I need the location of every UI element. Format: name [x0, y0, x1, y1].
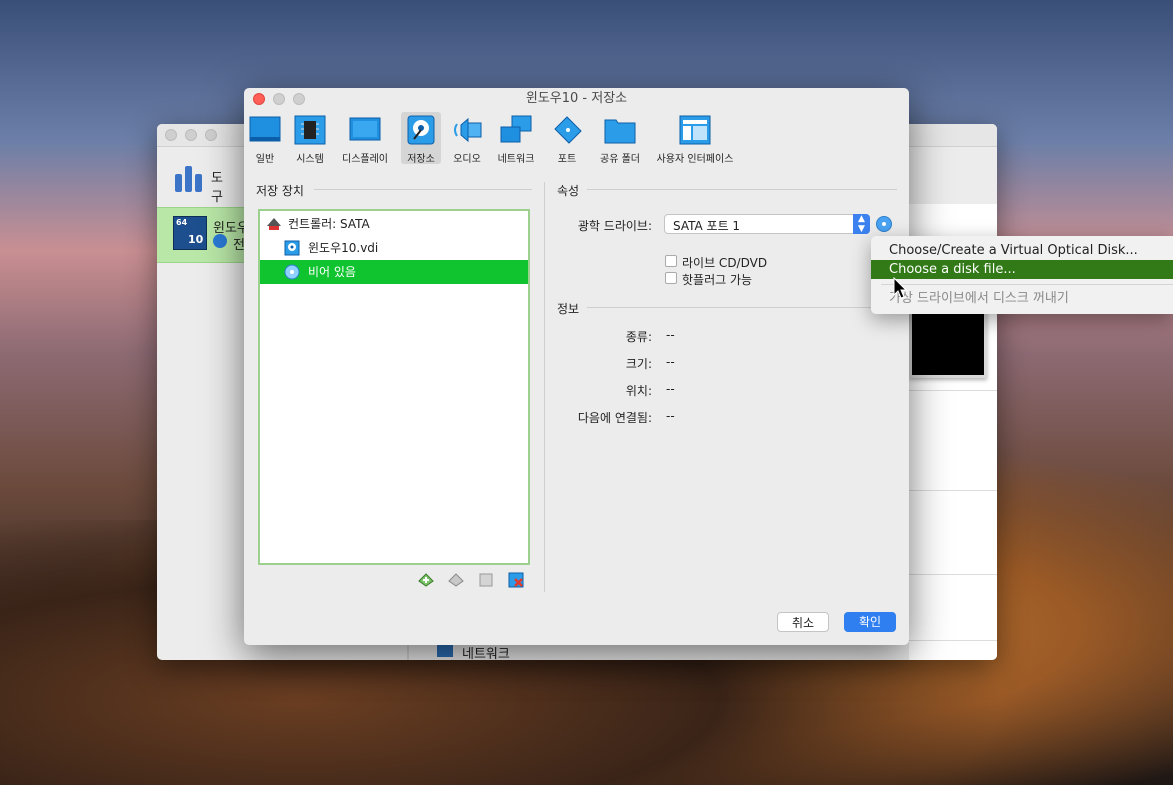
dialog-title: 윈도우10 - 저장소 — [525, 91, 628, 106]
live-cd-label: 라이브 CD/DVD — [682, 256, 768, 270]
info-location-value: -- — [666, 382, 675, 396]
optical-disc-icon — [284, 264, 300, 280]
vm-preview — [909, 310, 987, 378]
tree-hard-disk[interactable]: 윈도우10.vdi — [260, 236, 528, 260]
tools-item[interactable]: 도구 — [173, 158, 233, 205]
tab-display[interactable]: 디스플레이 — [340, 112, 390, 165]
live-cd-checkbox[interactable] — [665, 255, 677, 267]
add-attachment-icon[interactable] — [478, 572, 494, 588]
storage-devices-title: 저장 장치 — [256, 184, 304, 198]
remove-controller-icon[interactable] — [448, 572, 464, 588]
tab-ports[interactable]: 포트 — [550, 112, 584, 165]
storage-settings-dialog: 윈도우10 - 저장소 일반 시스템 디스플레이 저장소 오디오 네트워크 포트 — [244, 88, 909, 645]
info-type-value: -- — [666, 328, 675, 342]
port-icon — [554, 116, 582, 144]
controller-icon — [267, 218, 281, 230]
minimize-button[interactable] — [185, 129, 197, 141]
cancel-button[interactable]: 취소 — [777, 612, 829, 632]
network-icon — [437, 645, 453, 657]
info-attached-to-value: -- — [666, 409, 675, 423]
settings-toolbar: 일반 시스템 디스플레이 저장소 오디오 네트워크 포트 공유 폴더 사용자 인… — [244, 110, 909, 166]
network-section-label: 네트워크 — [462, 647, 510, 660]
storage-tree[interactable]: 컨트롤러: SATA 윈도우10.vdi 비어 있음 — [258, 209, 530, 565]
hard-disk-icon — [284, 240, 300, 256]
network-icon — [500, 115, 532, 143]
choose-disk-button[interactable] — [876, 216, 892, 232]
hotplug-checkbox[interactable] — [665, 272, 677, 284]
separator — [587, 189, 897, 190]
info-location-label: 위치: — [625, 384, 652, 398]
tab-audio[interactable]: 오디오 — [449, 112, 485, 165]
separator — [587, 307, 897, 308]
info-size-label: 크기: — [625, 357, 652, 371]
tab-general[interactable]: 일반 — [246, 112, 284, 165]
mouse-pointer-icon — [893, 277, 907, 299]
info-attached-to-label: 다음에 연결됨: — [577, 411, 652, 425]
menu-item-choose-create-virtual-optical-disk[interactable]: Choose/Create a Virtual Optical Disk... — [871, 241, 1173, 260]
close-button[interactable] — [165, 129, 177, 141]
optical-disk-popup-menu: Choose/Create a Virtual Optical Disk... … — [871, 236, 1173, 314]
system-chip-icon — [294, 115, 326, 145]
storage-disk-icon — [407, 115, 435, 145]
general-icon — [249, 116, 281, 142]
hotplug-label: 핫플러그 가능 — [682, 273, 753, 287]
menu-separator — [881, 284, 1173, 285]
storage-tree-toolbar — [418, 572, 538, 590]
info-size-value: -- — [666, 355, 675, 369]
tab-network[interactable]: 네트워크 — [496, 112, 536, 165]
display-icon — [349, 117, 381, 141]
add-controller-icon[interactable] — [418, 572, 434, 588]
remove-attachment-icon[interactable] — [508, 572, 524, 588]
tab-system[interactable]: 시스템 — [290, 112, 330, 165]
power-icon — [213, 234, 227, 248]
tree-controller-sata[interactable]: 컨트롤러: SATA — [260, 212, 528, 236]
optical-drive-label: 광학 드라이브: — [577, 219, 652, 233]
speaker-icon — [454, 117, 482, 143]
tools-icon — [173, 158, 205, 192]
tree-optical-drive[interactable]: 비어 있음 — [260, 260, 528, 284]
zoom-button[interactable] — [205, 129, 217, 141]
attributes-title: 속성 — [557, 184, 580, 198]
folder-icon — [604, 119, 636, 144]
windows10-vm-icon: 64 10 — [173, 216, 207, 250]
info-type-label: 종류: — [625, 330, 652, 344]
optical-drive-select[interactable]: SATA 포트 1 ▲ ▼ — [664, 214, 870, 234]
menu-item-choose-disk-file[interactable]: Choose a disk file... — [871, 260, 1173, 279]
ok-button[interactable]: 확인 — [844, 612, 896, 632]
tab-storage[interactable]: 저장소 — [401, 112, 441, 165]
tab-user-interface[interactable]: 사용자 인터페이스 — [656, 112, 734, 165]
select-arrows-icon: ▲ ▼ — [853, 214, 870, 234]
user-interface-icon — [679, 115, 711, 145]
tools-label: 도구 — [211, 171, 223, 205]
menu-item-eject-disk: 가상 드라이브에서 디스크 꺼내기 — [889, 291, 1069, 306]
information-title: 정보 — [557, 302, 580, 316]
tab-shared-folders[interactable]: 공유 폴더 — [596, 112, 644, 165]
separator — [314, 189, 532, 190]
